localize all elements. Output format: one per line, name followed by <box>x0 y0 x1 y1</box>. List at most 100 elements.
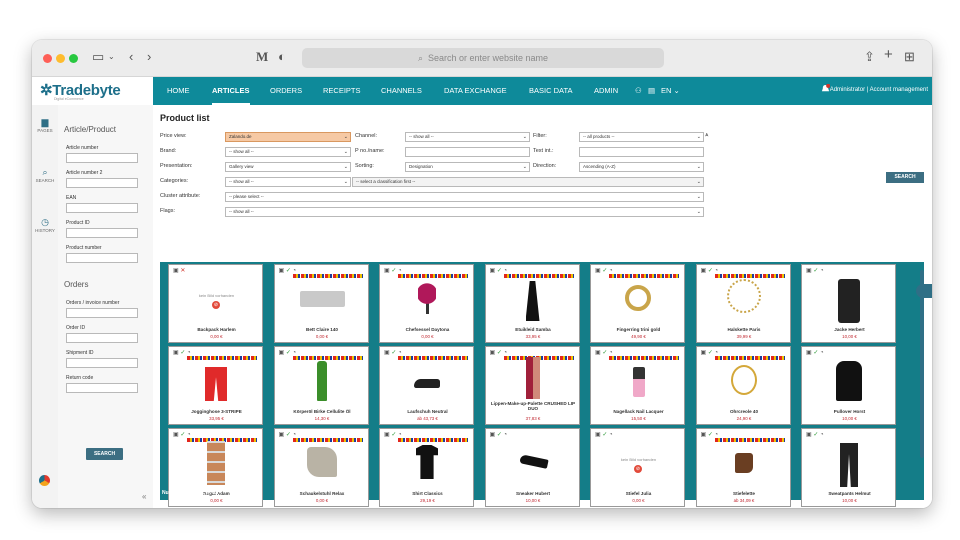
theme-logo-icon[interactable] <box>39 475 50 486</box>
product-image[interactable] <box>418 281 436 317</box>
side-panel-handle[interactable] <box>916 284 932 298</box>
nav-admin[interactable]: ADMIN <box>594 77 618 105</box>
flags-select[interactable]: -- show all -- ⌄ <box>225 207 704 217</box>
nav-articles[interactable]: ARTICLES <box>212 77 250 105</box>
order-invoice-input[interactable] <box>66 308 138 318</box>
brand-select[interactable]: -- show all -- ⌄ <box>225 147 351 157</box>
product-card[interactable]: ▣ ✓ ◔ Jogginghose 3-STRIPE 33,95 € <box>168 346 263 425</box>
article-number-input[interactable] <box>66 153 138 163</box>
nav-home[interactable]: HOME <box>167 77 190 105</box>
rail-search[interactable]: ⌕ SEARCH <box>32 167 58 183</box>
channel-select[interactable]: -- show all -- ⌄ <box>405 132 530 142</box>
rail-history[interactable]: ◷ HISTORY <box>32 217 58 233</box>
product-name[interactable]: Nagellack Nail Lacquer <box>591 409 686 414</box>
product-image[interactable] <box>633 367 645 397</box>
product-image[interactable] <box>840 443 858 487</box>
product-name[interactable]: Halskette Paris <box>697 327 792 332</box>
shipment-id-input[interactable] <box>66 358 138 368</box>
filter-select[interactable]: -- all products -- ⌄ <box>579 132 704 142</box>
order-id-input[interactable] <box>66 333 138 343</box>
m-extension-icon[interactable]: M <box>256 49 268 65</box>
product-image[interactable] <box>518 454 549 469</box>
sidebar-search-button[interactable]: SEARCH <box>86 448 123 460</box>
sorting-select[interactable]: Designation ⌄ <box>405 162 530 172</box>
product-card[interactable]: ▣ ✓ ◔ Fingerring trini gold 49,90 € <box>590 264 685 343</box>
sidebar-toggle-icon[interactable]: ▭ <box>92 49 104 65</box>
product-image[interactable] <box>726 279 761 313</box>
address-bar[interactable]: ⌕ Search or enter website name <box>302 48 664 68</box>
product-card[interactable]: ▣ ✓ ◔ Nagellack Nail Lacquer 15,50 € <box>590 346 685 425</box>
presentation-select[interactable]: Gallery view ⌄ <box>225 162 351 172</box>
search-button[interactable]: SEARCH <box>886 172 924 183</box>
product-name[interactable]: Körperöl Birke Cellulite Öl <box>275 409 370 414</box>
product-name[interactable]: Jacke Herbert <box>802 327 897 332</box>
product-card[interactable]: ▣ ✓ ◔ Halskette Paris 39,99 € <box>695 264 792 343</box>
product-image[interactable] <box>730 365 757 395</box>
categories-select[interactable]: -- show all -- ⌄ <box>225 177 351 187</box>
product-id-input[interactable] <box>66 228 138 238</box>
direction-select[interactable]: Ascending (A-Z) ⌄ <box>579 162 704 172</box>
product-image[interactable] <box>525 357 540 399</box>
chevron-down-icon[interactable]: ⌄ <box>108 52 115 61</box>
nav-channels[interactable]: CHANNELS <box>381 77 422 105</box>
product-name[interactable]: Jogginghose 3-STRIPE <box>169 409 264 414</box>
privacy-shield-icon[interactable]: ◐ <box>278 49 286 64</box>
product-name[interactable]: Fingerring trini gold <box>591 327 686 332</box>
notification-bell-icon[interactable] <box>821 84 830 94</box>
product-card[interactable]: ▣ ✓ ◔ Ohrcreole 40 24,90 € <box>695 346 792 425</box>
product-name[interactable]: Etuikleid Samba <box>486 327 581 332</box>
nav-orders[interactable]: ORDERS <box>270 77 302 105</box>
product-image[interactable] <box>838 279 860 323</box>
back-icon[interactable]: ‹ <box>129 49 133 64</box>
product-image[interactable] <box>416 445 438 479</box>
product-image[interactable] <box>207 441 225 485</box>
product-name[interactable]: Pullover Horst <box>802 409 897 414</box>
product-card[interactable]: ▣ ✓ ◔ Laufschuh Neutral ab 43,73 € <box>379 346 474 425</box>
language-select[interactable]: EN ⌄ <box>661 77 680 105</box>
cluster-attribute-select[interactable]: -- please select -- ⌄ <box>225 192 704 202</box>
minimize-window-button[interactable] <box>56 54 65 63</box>
product-image[interactable] <box>625 285 651 311</box>
product-card[interactable]: ▣ ✓ ◔ Körperöl Birke Cellulite Öl 14,30 € <box>273 346 370 425</box>
nav-basic-data[interactable]: BASIC DATA <box>529 77 572 105</box>
product-image[interactable] <box>299 291 345 307</box>
collapse-filters-icon[interactable]: ⩓ <box>705 132 708 139</box>
share-icon[interactable]: ⇪ <box>864 49 875 65</box>
product-name[interactable]: Ohrcreole 40 <box>697 409 792 414</box>
ean-input[interactable] <box>66 203 138 213</box>
collapse-panel-icon[interactable]: « <box>142 492 146 501</box>
nav-receipts[interactable]: RECEIPTS <box>323 77 361 105</box>
users-icon[interactable]: ⚇ <box>635 77 642 105</box>
gallery-scrollbar[interactable] <box>920 270 924 458</box>
pno-name-input[interactable] <box>405 147 530 157</box>
product-image[interactable] <box>836 361 862 401</box>
product-image[interactable] <box>734 453 753 473</box>
product-card[interactable]: ▣ ✓ ◔ Etuikleid Samba 33,95 € <box>484 264 581 343</box>
nav-data-exchange[interactable]: DATA EXCHANGE <box>444 77 507 105</box>
product-number-input[interactable] <box>66 253 138 263</box>
classification-select[interactable]: -- select a classification first -- ⌄ <box>352 177 704 187</box>
product-card[interactable]: ▣ ✓ ◔ Chefsessel Daytona 0,00 € <box>379 264 474 343</box>
product-image[interactable] <box>306 447 337 477</box>
forward-icon[interactable]: › <box>147 49 151 64</box>
product-name[interactable]: Laufschuh Neutral <box>380 409 475 414</box>
return-code-input[interactable] <box>66 383 138 393</box>
price-view-select[interactable]: Zalando.de ⌄ <box>225 132 351 142</box>
product-name[interactable]: Chefsessel Daytona <box>380 327 475 332</box>
product-image[interactable] <box>414 379 440 388</box>
zoom-window-button[interactable] <box>69 54 78 63</box>
tab-overview-icon[interactable]: ⊞ <box>904 49 915 65</box>
user-account-link[interactable]: Administrator | Account management <box>830 87 928 93</box>
product-card[interactable]: ▣ ✓ ◔ Lippen-Make-up-Palette CRUSHED LIP … <box>484 346 581 425</box>
product-name[interactable]: Backpack Harlem <box>169 327 264 332</box>
product-card[interactable]: ▣ ✓ ◔ Pullover Horst 10,00 € <box>801 346 896 425</box>
text-int-input[interactable] <box>579 147 704 157</box>
new-tab-icon[interactable]: + <box>884 46 893 63</box>
product-image[interactable] <box>316 361 327 401</box>
article-number-2-input[interactable] <box>66 178 138 188</box>
close-window-button[interactable] <box>43 54 52 63</box>
product-card[interactable]: ▣ ✕ kein Bild vorhanden ⊘ Backpack Harlem 0,… <box>168 264 263 343</box>
product-image[interactable] <box>205 367 227 401</box>
product-name[interactable]: Lippen-Make-up-Palette CRUSHED LIP DUO <box>486 401 581 411</box>
product-image[interactable] <box>525 281 540 321</box>
